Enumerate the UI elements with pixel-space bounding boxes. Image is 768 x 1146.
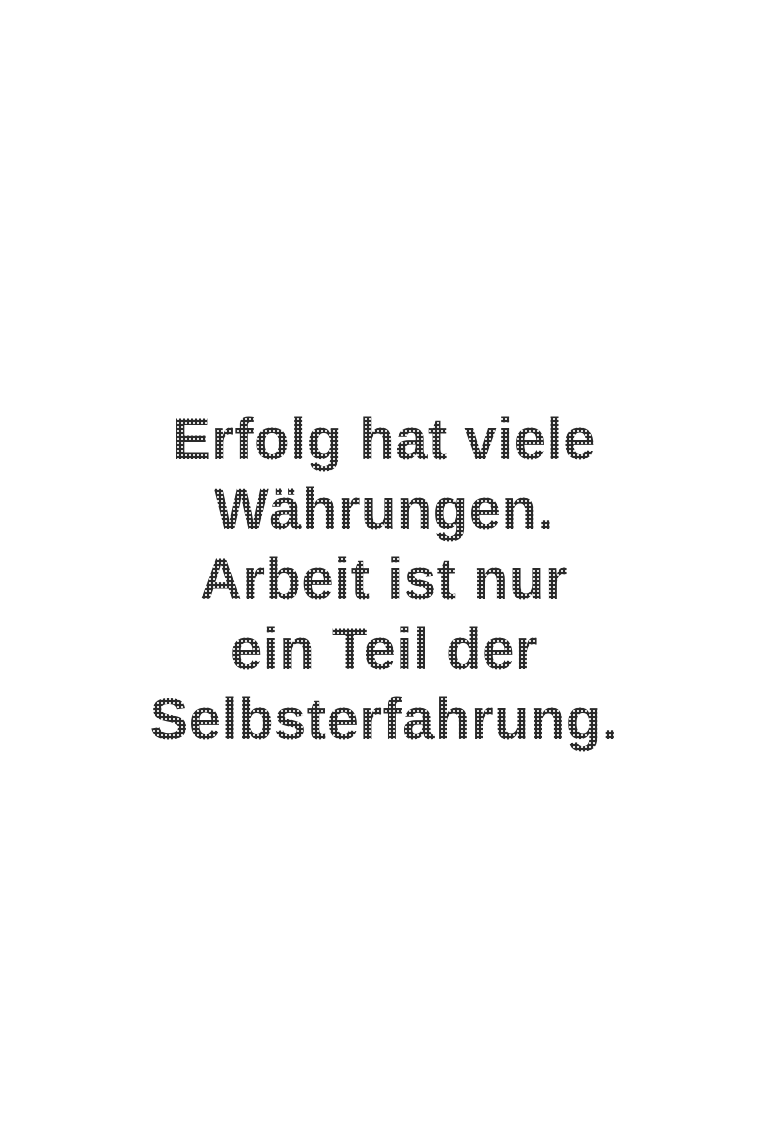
quote-line: Arbeit ist nur [0, 545, 768, 615]
quote-line: Selbsterfahrung. [0, 685, 768, 755]
quote-line: Währungen. [0, 475, 768, 545]
quote-line: ein Teil der [0, 615, 768, 685]
quote-text: Erfolg hat viele Währungen. Arbeit ist n… [0, 405, 768, 755]
quote-line: Erfolg hat viele [0, 405, 768, 475]
